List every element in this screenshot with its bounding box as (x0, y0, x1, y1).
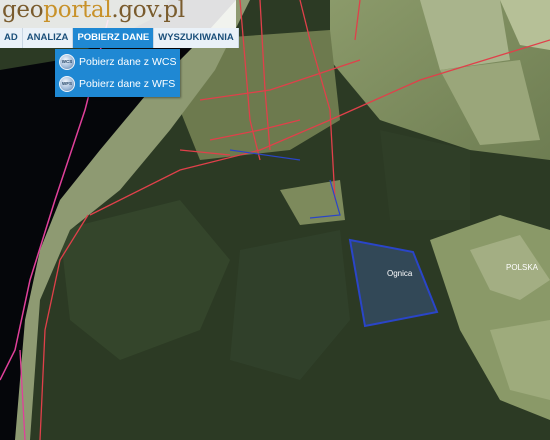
logo-text-portal: portal (43, 0, 112, 23)
wcs-icon-text: WCS (61, 59, 73, 64)
main-toolbar: AD ANALIZA POBIERZ DANE WYSZUKIWANIA (0, 28, 239, 48)
logo-text-geo: geo (2, 0, 44, 23)
menu-item-pobierz-dane[interactable]: POBIERZ DANE (73, 28, 155, 48)
menu-item-analiza[interactable]: ANALIZA (22, 28, 74, 48)
download-wcs-label: Pobierz dane z WCS (79, 56, 177, 68)
globe-icon: WFS (59, 76, 75, 92)
menu-item-wyszukiwania[interactable]: WYSZUKIWANIA (154, 28, 239, 48)
wfs-icon-text: WFS (62, 81, 72, 86)
download-wfs-label: Pobierz dane z WFS (79, 78, 176, 90)
download-wcs-item[interactable]: WCS Pobierz dane z WCS (55, 51, 180, 73)
menu-item-ad[interactable]: AD (0, 28, 23, 48)
pobierz-dane-dropdown: WCS Pobierz dane z WCS WFS Pobierz dane … (55, 49, 180, 97)
download-wfs-item[interactable]: WFS Pobierz dane z WFS (55, 73, 180, 95)
globe-icon: WCS (59, 54, 75, 70)
logo-bar: geoportal.gov.pl (0, 0, 236, 28)
polygon-label: Ognica (387, 269, 413, 278)
geoportal-logo[interactable]: geoportal.gov.pl (2, 0, 185, 23)
country-label: POLSKA (506, 263, 539, 272)
logo-text-domain: .gov.pl (111, 0, 185, 23)
